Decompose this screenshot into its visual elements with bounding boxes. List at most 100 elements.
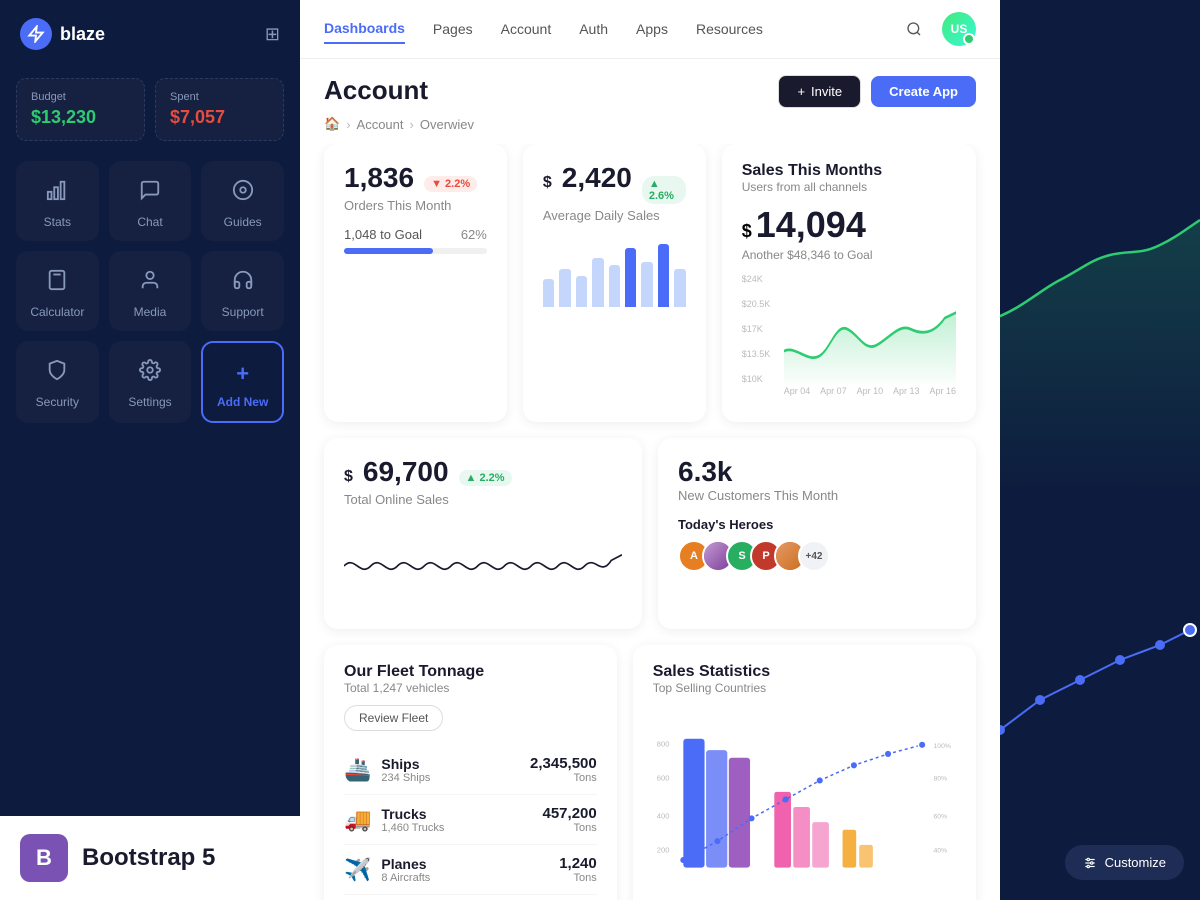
main-content: Dashboards Pages Account Auth Apps Resou… <box>300 0 1000 900</box>
sales-dollar-sign: $ <box>742 221 752 242</box>
right-panel-chart <box>1000 0 1200 500</box>
sidebar-item-add-new[interactable]: + Add New <box>201 341 284 423</box>
tab-auth[interactable]: Auth <box>579 15 608 43</box>
tab-pages[interactable]: Pages <box>433 15 473 43</box>
row-3: Our Fleet Tonnage Total 1,247 vehicles R… <box>324 645 976 900</box>
tab-apps[interactable]: Apps <box>636 15 668 43</box>
daily-sales-label: Average Daily Sales <box>543 208 686 223</box>
security-icon <box>46 359 68 387</box>
sidebar-item-chat[interactable]: Chat <box>109 161 192 241</box>
stats-icon <box>46 179 68 207</box>
sidebar-item-stats[interactable]: Stats <box>16 161 99 241</box>
stats-title: Sales Statistics <box>653 663 956 681</box>
fleet-card: Our Fleet Tonnage Total 1,247 vehicles R… <box>324 645 617 900</box>
review-fleet-button[interactable]: Review Fleet <box>344 705 443 731</box>
logo-text: blaze <box>60 24 105 45</box>
right-panel-dots-chart <box>1000 600 1200 800</box>
orders-card: 1,836 ▼ 2.2% Orders This Month 1,048 to … <box>324 144 507 422</box>
sidebar-item-guides[interactable]: Guides <box>201 161 284 241</box>
bar-4 <box>592 258 603 307</box>
sidebar-label-calculator: Calculator <box>30 305 84 319</box>
orders-value: 1,836 <box>344 162 414 194</box>
stats-subtitle: Top Selling Countries <box>653 681 956 695</box>
orders-progress-bar <box>344 248 487 254</box>
dollar-prefix: $ <box>543 174 552 192</box>
bar-2 <box>559 269 570 308</box>
svg-text:800: 800 <box>657 739 670 748</box>
dashboard-scroll: 1,836 ▼ 2.2% Orders This Month 1,048 to … <box>300 144 1000 900</box>
sidebar-label-guides: Guides <box>224 215 262 229</box>
x-label-1: Apr 04 <box>784 386 811 396</box>
row-1: 1,836 ▼ 2.2% Orders This Month 1,048 to … <box>324 144 976 422</box>
settings-icon <box>139 359 161 387</box>
planes-name: Planes <box>381 856 430 872</box>
tab-dashboards[interactable]: Dashboards <box>324 14 405 44</box>
top-nav-links: Dashboards Pages Account Auth Apps Resou… <box>324 14 763 44</box>
bootstrap-icon: B <box>20 834 68 882</box>
x-label-4: Apr 13 <box>893 386 920 396</box>
create-app-button[interactable]: Create App <box>871 76 976 107</box>
customers-value: 6.3k <box>678 456 956 488</box>
orders-progress-text: 1,048 to Goal <box>344 227 422 242</box>
x-label-3: Apr 10 <box>857 386 884 396</box>
sidebar-label-security: Security <box>36 395 79 409</box>
heroes-title: Today's Heroes <box>678 517 956 532</box>
stats-chart: 800 600 400 200 <box>653 707 956 900</box>
y-label-2: $20.5K <box>742 299 780 309</box>
daily-sales-chart <box>543 237 686 307</box>
breadcrumb-account[interactable]: Account <box>357 117 404 132</box>
customers-label: New Customers This Month <box>678 488 956 503</box>
planes-count: 8 Aircrafts <box>381 872 430 884</box>
svg-text:80%: 80% <box>933 775 947 782</box>
sidebar-label-support: Support <box>222 305 264 319</box>
stats-chart-svg: 800 600 400 200 <box>653 707 956 900</box>
sales-chart-svg <box>784 274 956 384</box>
sidebar: blaze ⊞ Budget $13,230 Spent $7,057 Stat… <box>0 0 300 900</box>
online-sales-value: 69,700 <box>363 456 449 488</box>
y-label-4: $13.5K <box>742 349 780 359</box>
sidebar-menu-icon[interactable]: ⊞ <box>265 24 280 45</box>
svg-text:200: 200 <box>657 845 670 854</box>
heroes-avatars: A S P +42 <box>678 540 956 572</box>
breadcrumb-home[interactable]: 🏠 <box>324 116 340 132</box>
ships-amount: 2,345,500 <box>530 755 597 772</box>
sidebar-item-settings[interactable]: Settings <box>109 341 192 423</box>
user-avatar[interactable]: US <box>942 12 976 46</box>
sales-months-card: Sales This Months Users from all channel… <box>722 144 976 422</box>
tab-account[interactable]: Account <box>501 15 552 43</box>
nav-grid: Stats Chat Guides Calcu <box>0 161 300 423</box>
ships-count: 234 Ships <box>381 772 430 784</box>
orders-badge: ▼ 2.2% <box>424 176 477 192</box>
ships-unit: Tons <box>530 772 597 784</box>
invite-button[interactable]: + Invite <box>778 75 861 108</box>
spent-label: Spent <box>170 91 269 103</box>
customize-button[interactable]: Customize <box>1065 845 1184 880</box>
customers-card: 6.3k New Customers This Month Today's He… <box>658 438 976 629</box>
sales-months-subtitle: Users from all channels <box>742 180 956 194</box>
online-sales-chart <box>344 521 622 611</box>
search-button[interactable] <box>898 13 930 45</box>
daily-sales-value: 2,420 <box>562 162 632 194</box>
spent-card: Spent $7,057 <box>155 78 284 141</box>
planes-amount: 1,240 <box>559 855 597 872</box>
sidebar-header: blaze ⊞ <box>0 0 300 68</box>
sales-months-title: Sales This Months <box>742 162 956 180</box>
fleet-row-trains: 🚂 Trains 804,300 <box>344 895 597 900</box>
breadcrumb-current: Overwiev <box>420 117 474 132</box>
sidebar-item-calculator[interactable]: Calculator <box>16 251 99 331</box>
sidebar-item-media[interactable]: Media <box>109 251 192 331</box>
fleet-subtitle: Total 1,247 vehicles <box>344 681 597 695</box>
page-title: Account <box>324 75 428 106</box>
customize-icon <box>1083 856 1097 870</box>
sidebar-item-security[interactable]: Security <box>16 341 99 423</box>
orders-label: Orders This Month <box>344 198 487 213</box>
planes-icon: ✈️ <box>344 857 371 883</box>
bar-6 <box>625 248 636 308</box>
trucks-icon: 🚚 <box>344 807 371 833</box>
tab-resources[interactable]: Resources <box>696 15 763 43</box>
sidebar-item-support[interactable]: Support <box>201 251 284 331</box>
planes-unit: Tons <box>559 872 597 884</box>
y-label-5: $10K <box>742 374 780 384</box>
fleet-row-trucks: 🚚 Trucks 1,460 Trucks 457,200 Tons <box>344 795 597 845</box>
chat-icon <box>139 179 161 207</box>
